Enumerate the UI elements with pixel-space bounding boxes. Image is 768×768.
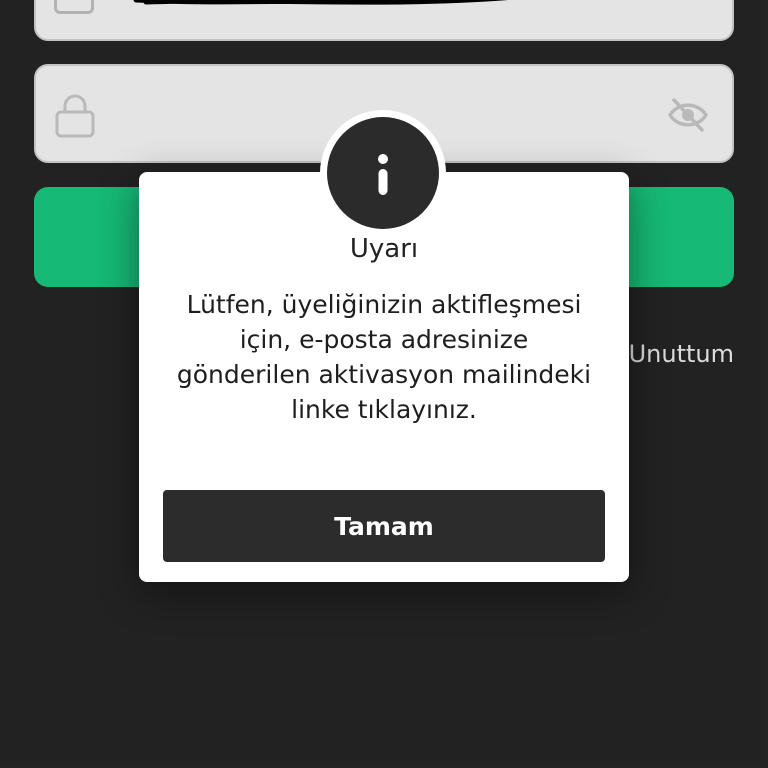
info-icon (378, 154, 388, 195)
info-badge (327, 117, 439, 229)
dialog-message: Lütfen, üyeliğinizin aktifleşmesi için, … (176, 290, 592, 424)
dialog-title: Uyarı (349, 234, 419, 264)
login-screen: Unuttum Uyarı Lütfen, üyeliğinizin aktif… (0, 0, 768, 768)
ok-button[interactable]: Tamam (163, 490, 605, 562)
